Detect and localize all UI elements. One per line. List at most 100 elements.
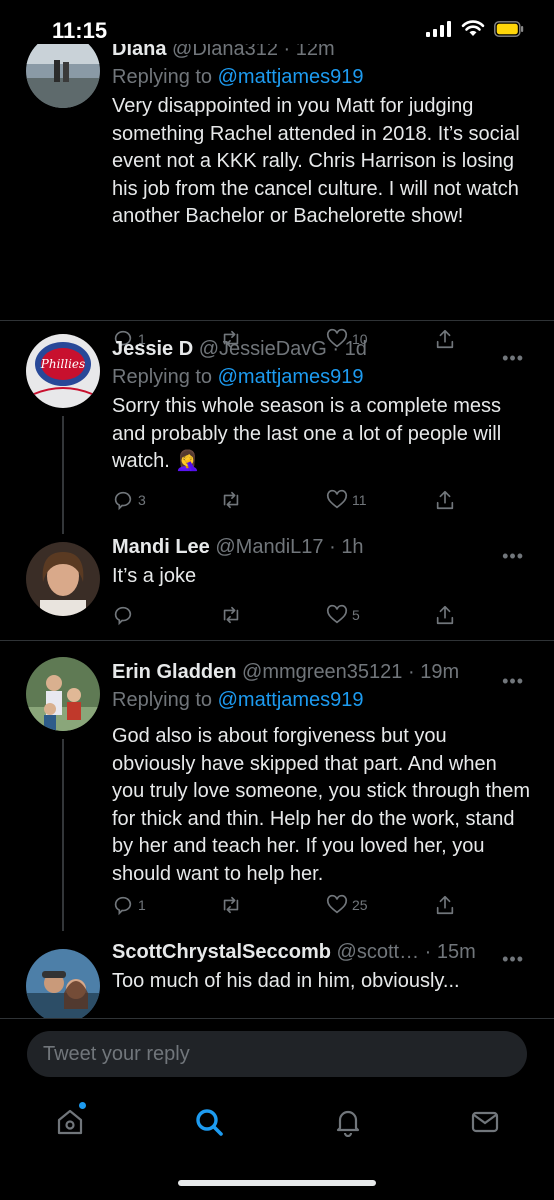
retweet-button[interactable] bbox=[219, 489, 243, 511]
retweet-icon bbox=[223, 606, 239, 624]
tab-search[interactable] bbox=[189, 1102, 229, 1142]
tab-notifications[interactable] bbox=[328, 1102, 368, 1142]
avatar[interactable] bbox=[26, 657, 100, 731]
home-indicator[interactable] bbox=[178, 1180, 376, 1186]
reply-button[interactable]: 3 bbox=[112, 489, 146, 511]
heart-icon bbox=[327, 604, 347, 624]
timestamp[interactable]: 19m bbox=[420, 661, 459, 683]
display-name[interactable]: Diana bbox=[112, 44, 166, 60]
replying-prefix: Replying to bbox=[112, 689, 213, 711]
tweet-mandi[interactable]: ••• Mandi Lee @MandiL17 · 1h It’s a joke… bbox=[0, 534, 554, 641]
avatar[interactable] bbox=[26, 542, 100, 616]
replying-prefix: Replying to bbox=[112, 366, 213, 388]
svg-text:Phillies: Phillies bbox=[40, 357, 85, 371]
separator-dot: · bbox=[329, 536, 336, 558]
like-button[interactable]: 5 bbox=[326, 604, 360, 626]
home-icon bbox=[57, 1109, 83, 1135]
share-button[interactable] bbox=[434, 894, 456, 916]
search-icon bbox=[196, 1109, 223, 1136]
thread-line bbox=[62, 416, 64, 534]
messages-icon bbox=[471, 1111, 499, 1133]
handle[interactable]: @scott… bbox=[337, 941, 420, 963]
timestamp[interactable]: 1d bbox=[345, 338, 367, 360]
tweet-header: ScottChrystalSeccomb @scott… · 15m bbox=[112, 939, 532, 965]
signal-icon bbox=[426, 20, 451, 37]
reply-icon bbox=[114, 491, 132, 511]
tweet-header: Erin Gladden @mmgreen35121 · 19m bbox=[112, 659, 532, 685]
tweet-jessie[interactable]: Phillies ••• Jessie D @JessieDavG · 1d R… bbox=[0, 320, 554, 534]
tweet-header: Jessie D @JessieDavG · 1d bbox=[112, 336, 532, 362]
replying-to: Replying to @mattjames919 bbox=[112, 64, 532, 90]
tweet-text: God also is about forgiveness but you ob… bbox=[112, 725, 530, 885]
tab-home[interactable] bbox=[50, 1102, 90, 1142]
replying-prefix: Replying to bbox=[112, 66, 213, 88]
reply-button[interactable]: 1 bbox=[112, 894, 146, 916]
handle[interactable]: @JessieDavG bbox=[199, 338, 327, 360]
display-name[interactable]: ScottChrystalSeccomb bbox=[112, 941, 331, 963]
reply-composer bbox=[0, 1018, 554, 1079]
display-name[interactable]: Jessie D bbox=[112, 338, 193, 360]
tweet-actions: 3 11 bbox=[112, 489, 457, 515]
retweet-button[interactable] bbox=[219, 894, 243, 916]
share-button[interactable] bbox=[434, 604, 456, 626]
display-name[interactable]: Erin Gladden bbox=[112, 661, 236, 683]
reply-icon bbox=[114, 606, 132, 626]
tweet-text: Too much of his dad in him, obviously... bbox=[112, 970, 460, 992]
tweet-text: Very disappointed in you Matt for judgin… bbox=[112, 95, 520, 227]
avatar[interactable] bbox=[26, 44, 100, 108]
handle[interactable]: @MandiL17 bbox=[215, 536, 323, 558]
tweet-actions: 5 bbox=[112, 604, 457, 630]
tab-messages[interactable] bbox=[465, 1102, 505, 1142]
separator-dot: · bbox=[424, 941, 432, 963]
handle[interactable]: @Diana312 bbox=[172, 44, 278, 60]
reply-button[interactable] bbox=[112, 604, 134, 626]
battery-icon bbox=[494, 20, 524, 37]
like-count: 11 bbox=[352, 492, 367, 508]
tweet-text: Sorry this whole season is a complete me… bbox=[112, 395, 502, 472]
reply-count: 1 bbox=[138, 897, 146, 913]
notifications-icon bbox=[336, 1110, 360, 1137]
share-icon bbox=[436, 895, 454, 915]
replying-to: Replying to @mattjames919 bbox=[112, 364, 532, 390]
avatar[interactable] bbox=[26, 949, 100, 1018]
mention-link[interactable]: @mattjames919 bbox=[218, 366, 364, 388]
display-name[interactable]: Mandi Lee bbox=[112, 536, 210, 558]
heart-icon bbox=[327, 894, 347, 914]
retweet-button[interactable] bbox=[219, 604, 243, 626]
separator-dot: · bbox=[332, 338, 340, 360]
status-icons bbox=[426, 20, 524, 37]
thread-line bbox=[62, 739, 64, 931]
new-tweets-dot bbox=[79, 1102, 86, 1109]
tweet-header: Mandi Lee @MandiL17 · 1h bbox=[112, 534, 532, 560]
tweet-diana[interactable]: Diana @Diana312 · 12m Replying to @mattj… bbox=[0, 44, 554, 350]
avatar[interactable]: Phillies bbox=[26, 334, 100, 408]
tweet-scott[interactable]: ••• ScottChrystalSeccomb @scott… · 15m T… bbox=[0, 931, 554, 1018]
share-button[interactable] bbox=[434, 489, 456, 511]
like-button[interactable]: 11 bbox=[326, 489, 367, 511]
like-count: 5 bbox=[352, 607, 360, 623]
timestamp[interactable]: 15m bbox=[437, 941, 476, 963]
tweet-text: It’s a joke bbox=[112, 565, 197, 587]
timestamp[interactable]: 1h bbox=[341, 536, 363, 558]
reply-count: 3 bbox=[138, 492, 146, 508]
wifi-icon bbox=[461, 20, 485, 36]
tweet-header: Diana @Diana312 · 12m bbox=[112, 44, 532, 62]
tweet-actions: 1 25 bbox=[112, 894, 457, 920]
separator-dot: · bbox=[407, 661, 415, 683]
handle[interactable]: @mmgreen35121 bbox=[242, 661, 402, 683]
like-button[interactable]: 25 bbox=[326, 894, 368, 916]
reply-icon bbox=[114, 896, 132, 916]
share-icon bbox=[436, 490, 454, 510]
share-icon bbox=[436, 605, 454, 625]
replying-to: Replying to @mattjames919 bbox=[112, 687, 532, 713]
mention-link[interactable]: @mattjames919 bbox=[218, 689, 364, 711]
reply-input[interactable] bbox=[27, 1031, 527, 1077]
retweet-icon bbox=[223, 491, 239, 509]
mention-link[interactable]: @mattjames919 bbox=[218, 66, 364, 88]
timestamp[interactable]: 12m bbox=[296, 44, 335, 60]
tweet-erin[interactable]: ••• Erin Gladden @mmgreen35121 · 19m Rep… bbox=[0, 641, 554, 931]
retweet-icon bbox=[223, 896, 239, 914]
heart-icon bbox=[327, 489, 347, 509]
status-time: 11:15 bbox=[52, 18, 108, 43]
replies-feed[interactable]: Diana @Diana312 · 12m Replying to @mattj… bbox=[0, 44, 554, 1018]
